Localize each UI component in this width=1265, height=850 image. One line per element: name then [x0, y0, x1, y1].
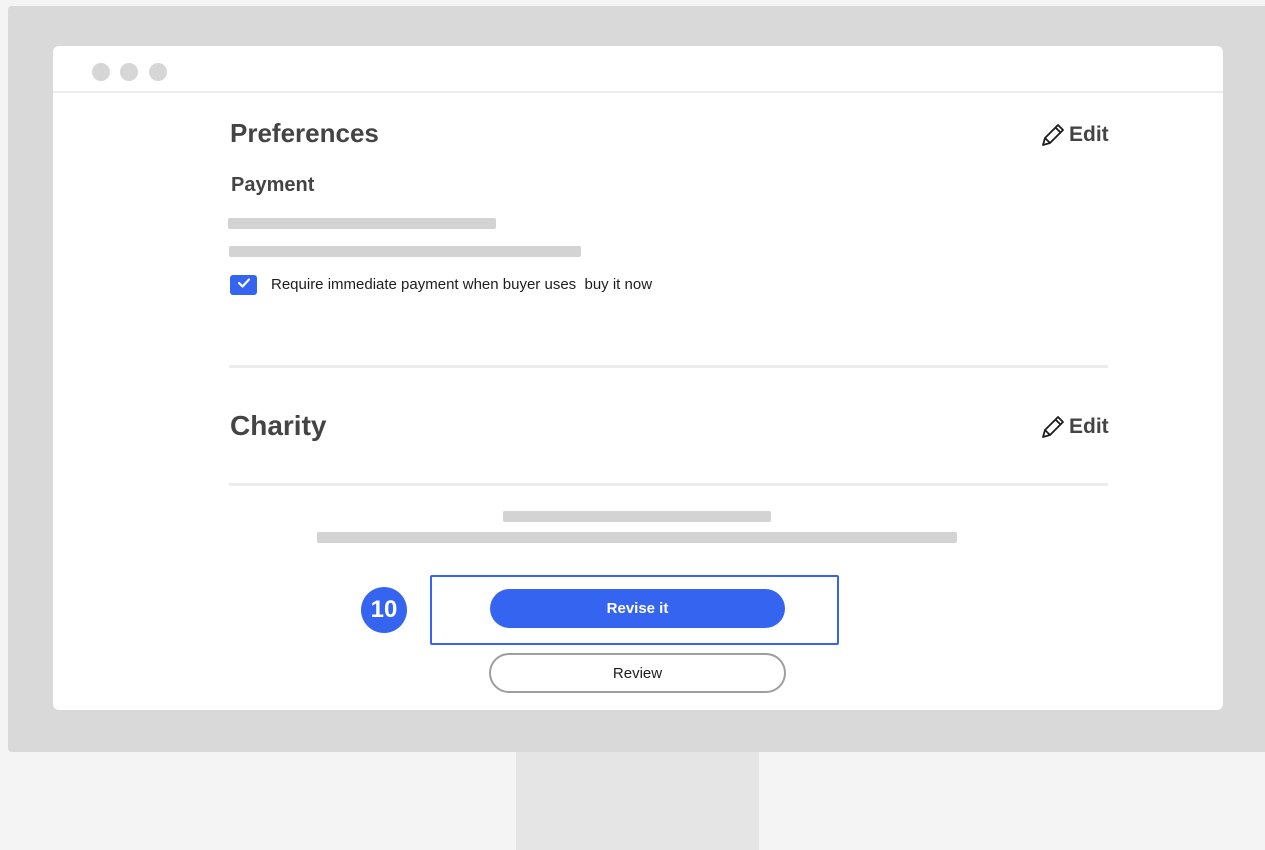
section-divider: [229, 365, 1108, 368]
payment-title: Payment: [231, 174, 315, 196]
review-button[interactable]: Review: [489, 653, 786, 693]
window-control-dot[interactable]: [120, 63, 138, 81]
edit-label: Edit: [1069, 123, 1109, 146]
charity-edit-button[interactable]: Edit: [1039, 413, 1109, 441]
window-control-dot[interactable]: [149, 63, 167, 81]
placeholder-line: [229, 246, 581, 257]
preferences-edit-button[interactable]: Edit: [1039, 121, 1109, 149]
monitor-stand: [516, 752, 759, 850]
step-number-badge: 10: [361, 587, 407, 633]
immediate-payment-label: Require immediate payment when buyer use…: [271, 276, 653, 293]
pencil-icon: [1039, 121, 1067, 149]
browser-window: Preferences Edit Payment Require immedia…: [53, 46, 1223, 710]
window-titlebar: [53, 46, 1223, 93]
preferences-title: Preferences: [230, 118, 379, 148]
section-divider: [229, 483, 1108, 486]
placeholder-line: [317, 532, 957, 543]
revise-it-button[interactable]: Revise it: [490, 589, 785, 628]
checkmark-icon: [237, 276, 251, 294]
edit-label: Edit: [1069, 415, 1109, 438]
placeholder-line: [503, 511, 771, 522]
placeholder-line: [228, 218, 496, 229]
immediate-payment-checkbox[interactable]: [230, 275, 257, 295]
pencil-icon: [1039, 413, 1067, 441]
window-control-dot[interactable]: [92, 63, 110, 81]
charity-title: Charity: [230, 410, 327, 441]
